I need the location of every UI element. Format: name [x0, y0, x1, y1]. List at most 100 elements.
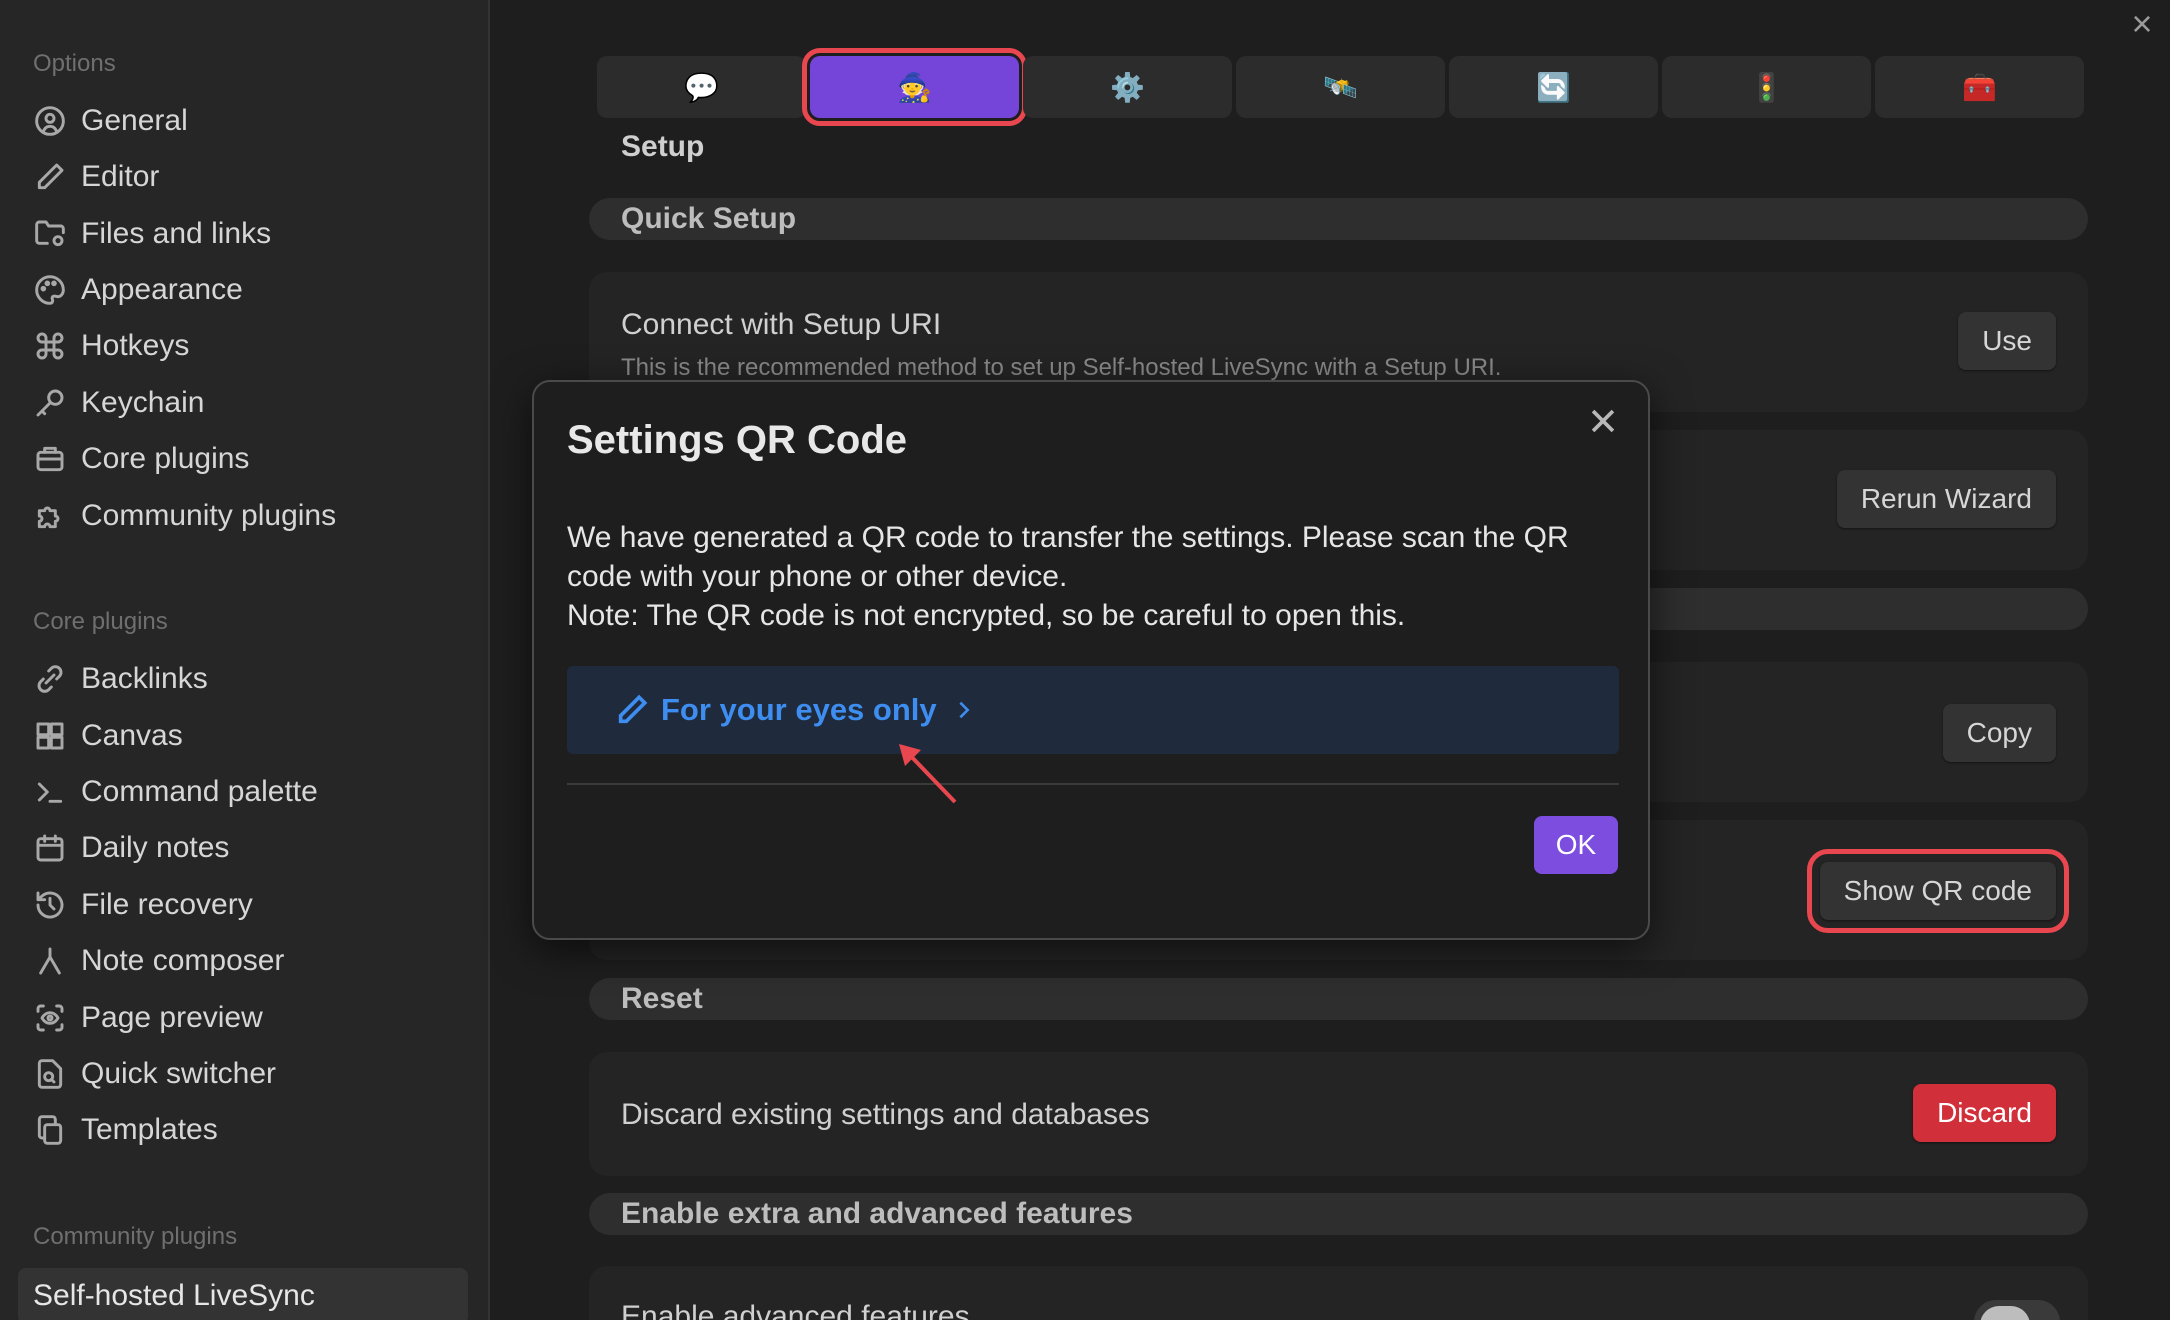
palette-icon	[33, 273, 67, 307]
sidebar-item-label: Hotkeys	[81, 329, 190, 362]
sidebar-item-community-plugins[interactable]: Community plugins	[33, 492, 473, 540]
tab-wizard[interactable]: 🧙	[802, 48, 1027, 126]
folder-cog-icon	[33, 217, 67, 251]
sidebar-item-label: General	[81, 104, 188, 137]
sidebar-item-quick-switcher[interactable]: Quick switcher	[33, 1050, 473, 1098]
modal-body: We have generated a QR code to transfer …	[567, 518, 1627, 635]
canvas-icon	[33, 719, 67, 753]
sidebar-item-canvas[interactable]: Canvas	[33, 712, 473, 760]
extra-features-heading: Enable extra and advanced features	[589, 1193, 2088, 1235]
gear-icon: ⚙️	[1110, 71, 1145, 103]
setting-discard: Discard existing settings and databases …	[589, 1052, 2088, 1176]
options-group-title: Options	[33, 50, 116, 77]
copy-button[interactable]: Copy	[1942, 704, 2056, 762]
use-button[interactable]: Use	[1958, 312, 2056, 370]
sync-icon: 🔄	[1536, 71, 1571, 103]
core-plugins-group-title: Core plugins	[33, 608, 168, 635]
setting-description: This is the recommended method to set up…	[621, 354, 1502, 381]
terminal-icon	[33, 775, 67, 809]
tab-remote[interactable]: 🛰️	[1236, 56, 1445, 118]
sidebar-item-note-composer[interactable]: Note composer	[33, 937, 473, 985]
eye-scan-icon	[33, 1001, 67, 1035]
sidebar-item-label: Note composer	[81, 944, 285, 977]
sidebar-item-label: Core plugins	[81, 442, 250, 475]
sidebar-item-templates[interactable]: Templates	[33, 1106, 473, 1154]
sidebar-item-label: Quick switcher	[81, 1057, 277, 1090]
discard-button[interactable]: Discard	[1913, 1084, 2056, 1142]
callout-title: For your eyes only	[661, 692, 937, 727]
puzzle-icon	[33, 499, 67, 533]
advanced-features-toggle[interactable]	[1974, 1300, 2060, 1320]
sidebar-item-label: Community plugins	[81, 499, 337, 532]
sidebar-item-label: File recovery	[81, 888, 253, 921]
reset-heading: Reset	[589, 978, 2088, 1020]
sidebar-item-label: Daily notes	[81, 831, 230, 864]
pencil-icon	[618, 694, 648, 724]
sidebar-item-core-plugins[interactable]: Core plugins	[33, 435, 473, 483]
show-qr-code-button[interactable]: Show QR code	[1806, 849, 2070, 933]
quick-setup-heading: Quick Setup	[589, 198, 2088, 240]
history-icon	[33, 888, 67, 922]
pencil-icon	[33, 160, 67, 194]
ok-button[interactable]: OK	[1534, 816, 1618, 874]
key-icon	[33, 386, 67, 420]
satellite-icon: 🛰️	[1323, 71, 1358, 103]
tab-selector[interactable]: 🚦	[1662, 56, 1871, 118]
sidebar-item-label: Appearance	[81, 273, 243, 306]
tab-hatch[interactable]: 🧰	[1875, 56, 2084, 118]
toggle-knob	[1980, 1306, 2030, 1320]
modal-body-text: We have generated a QR code to transfer …	[567, 521, 1569, 593]
command-icon	[33, 329, 67, 363]
file-search-icon	[33, 1057, 67, 1091]
setting-name: Connect with Setup URI	[621, 308, 942, 341]
sidebar-item-file-recovery[interactable]: File recovery	[33, 881, 473, 929]
sidebar-item-label: Editor	[81, 160, 160, 193]
wizard-icon: 🧙	[897, 71, 932, 103]
copy-icon	[33, 1113, 67, 1147]
sidebar-item-label: Command palette	[81, 775, 318, 808]
traffic-light-icon: 🚦	[1749, 71, 1784, 103]
for-your-eyes-only-callout[interactable]: For your eyes only	[567, 666, 1619, 754]
sidebar-item-hotkeys[interactable]: Hotkeys	[33, 322, 473, 370]
sidebar-item-label: Page preview	[81, 1001, 263, 1034]
rerun-wizard-button[interactable]: Rerun Wizard	[1836, 470, 2056, 528]
sidebar-item-label: Files and links	[81, 217, 272, 250]
tab-messages[interactable]: 💬	[597, 56, 806, 118]
sidebar-item-command-palette[interactable]: Command palette	[33, 768, 473, 816]
sidebar-item-files-and-links[interactable]: Files and links	[33, 210, 473, 258]
sidebar-item-general[interactable]: General	[33, 97, 473, 145]
close-settings-icon[interactable]: ×	[2124, 6, 2160, 42]
sidebar-item-label: Templates	[81, 1113, 218, 1146]
user-circle-icon	[33, 104, 67, 138]
setting-name: Discard existing settings and databases	[621, 1098, 1150, 1131]
sidebar-item-editor[interactable]: Editor	[33, 153, 473, 201]
sidebar-item-appearance[interactable]: Appearance	[33, 266, 473, 314]
page-title: Setup	[621, 130, 705, 163]
setting-name: Enable advanced features	[621, 1300, 970, 1320]
sidebar-item-keychain[interactable]: Keychain	[33, 379, 473, 427]
calendar-icon	[33, 831, 67, 865]
tab-general-settings[interactable]: ⚙️	[1023, 56, 1232, 118]
merge-icon	[33, 944, 67, 978]
sidebar-item-label: Canvas	[81, 719, 183, 752]
modal-title: Settings QR Code	[567, 418, 908, 462]
plugin-tab-bar: 💬 🧙 ⚙️ 🛰️ 🔄 🚦 🧰	[597, 48, 2084, 126]
sidebar-item-label: Keychain	[81, 386, 205, 419]
community-plugins-group-title: Community plugins	[33, 1223, 238, 1250]
close-icon[interactable]	[1586, 404, 1620, 438]
backlinks-icon	[33, 662, 67, 696]
chevron-right-icon	[953, 699, 975, 721]
annotation-arrow-icon	[899, 744, 957, 804]
settings-qr-modal: Settings QR Code We have generated a QR …	[532, 380, 1650, 940]
messages-icon: 💬	[684, 71, 719, 103]
tab-sync[interactable]: 🔄	[1449, 56, 1658, 118]
settings-sidebar: Options General Editor Files and links A…	[0, 0, 490, 1320]
toolbox-icon: 🧰	[1962, 71, 1997, 103]
sidebar-item-self-hosted-livesync[interactable]: Self-hosted LiveSync	[18, 1268, 468, 1320]
briefcase-icon	[33, 442, 67, 476]
setting-advanced-features: Enable advanced features	[589, 1266, 2088, 1320]
sidebar-item-page-preview[interactable]: Page preview	[33, 994, 473, 1042]
modal-note-text: Note: The QR code is not encrypted, so b…	[567, 599, 1406, 632]
sidebar-item-daily-notes[interactable]: Daily notes	[33, 824, 473, 872]
sidebar-item-backlinks[interactable]: Backlinks	[33, 655, 473, 703]
